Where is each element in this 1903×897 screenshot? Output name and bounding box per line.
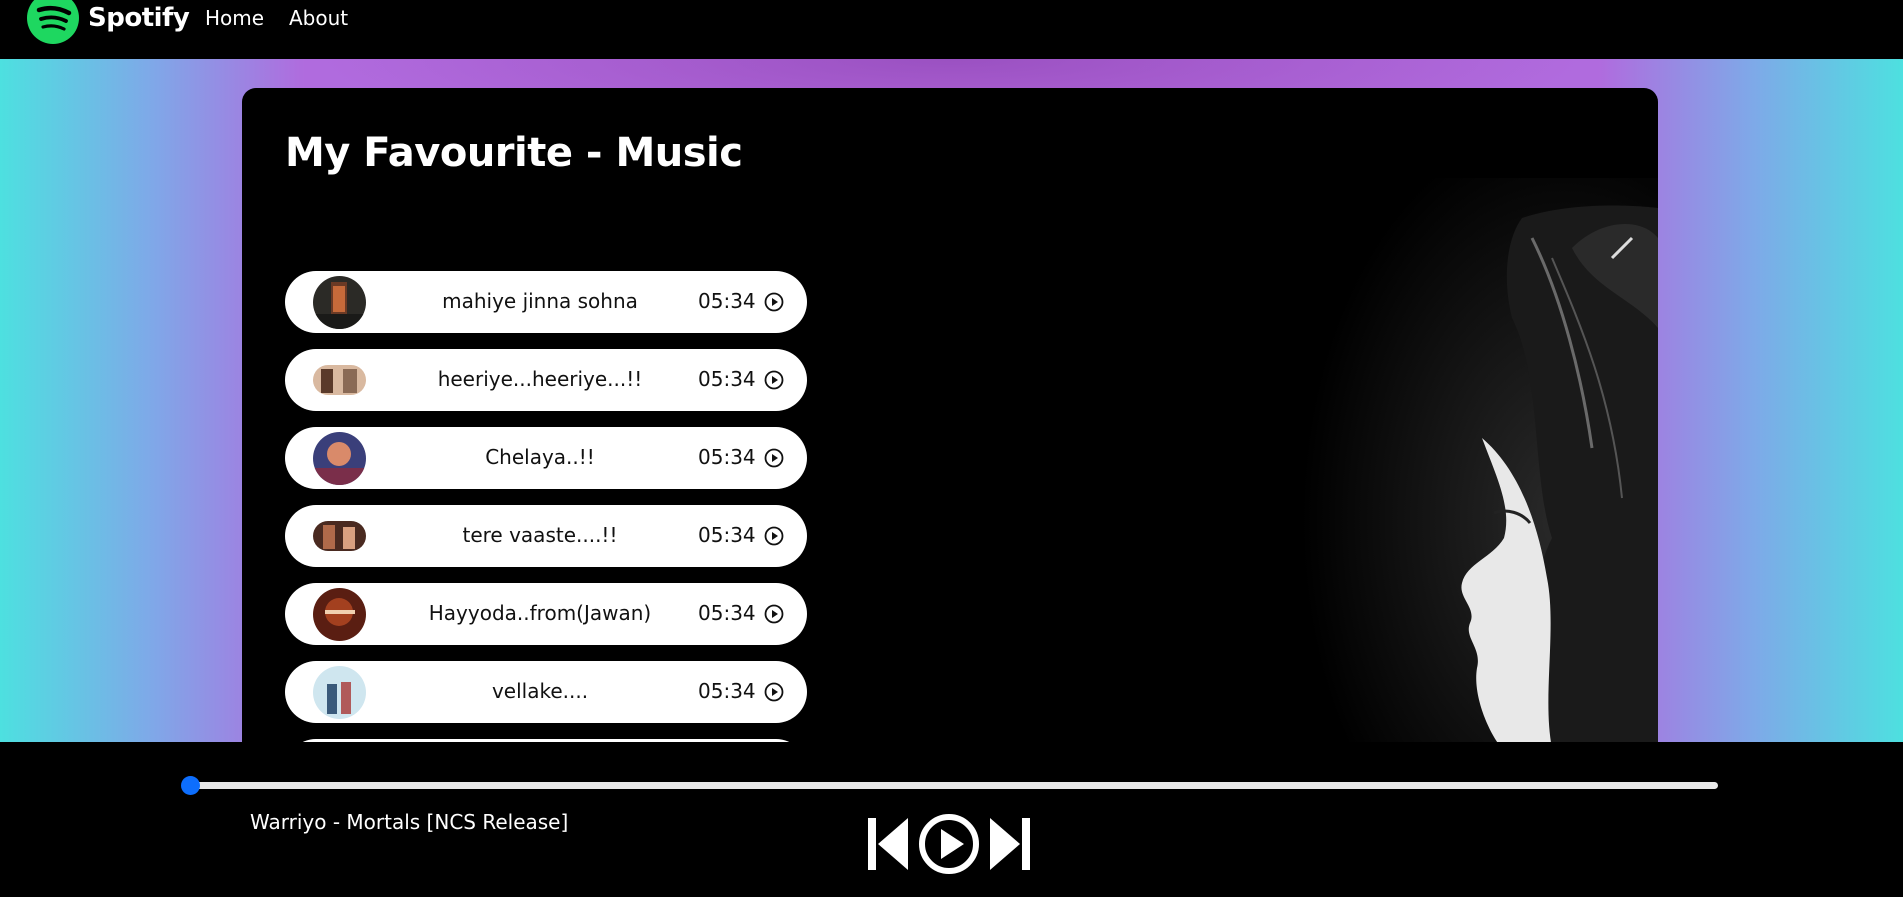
page-title: My Favourite - Music xyxy=(285,130,743,176)
song-name: tere vaaste....!! xyxy=(462,523,618,547)
spotify-logo-icon xyxy=(27,0,79,44)
background-photo xyxy=(1282,178,1658,748)
nav-link-home[interactable]: Home xyxy=(205,6,264,30)
song-item[interactable]: Hayyoda..from(Jawan) 05:34 xyxy=(285,583,807,645)
play-circle-icon[interactable] xyxy=(764,370,784,390)
brand[interactable]: Spotify xyxy=(27,0,190,44)
song-name: mahiye jinna sohna xyxy=(442,289,638,313)
song-duration: 05:34 xyxy=(698,367,756,391)
song-duration: 05:34 xyxy=(698,679,756,703)
song-item[interactable]: heeriye...heeriye...!! 05:34 xyxy=(285,349,807,411)
song-item[interactable]: Chelaya..!! 05:34 xyxy=(285,427,807,489)
song-item[interactable]: tere vaaste....!! 05:34 xyxy=(285,505,807,567)
brand-name: Spotify xyxy=(88,3,190,33)
skip-back-icon[interactable] xyxy=(868,816,910,872)
main-card: My Favourite - Music mahiye jinna sohna … xyxy=(242,88,1658,748)
progress-slider-thumb[interactable] xyxy=(181,776,200,795)
song-name: vellake.... xyxy=(491,679,589,703)
navbar: Spotify Home About xyxy=(0,0,1903,59)
progress-bar[interactable] xyxy=(188,782,1718,789)
song-duration: 05:34 xyxy=(698,289,756,313)
play-button-icon[interactable] xyxy=(918,813,980,875)
playback-controls xyxy=(868,813,1030,875)
song-duration: 05:34 xyxy=(698,601,756,625)
nav-link-about[interactable]: About xyxy=(289,6,348,30)
song-item[interactable]: vellake.... 05:34 xyxy=(285,661,807,723)
song-cover-image xyxy=(313,276,366,329)
song-cover-image xyxy=(313,432,366,485)
play-circle-icon[interactable] xyxy=(764,526,784,546)
song-name: heeriye...heeriye...!! xyxy=(437,367,643,391)
play-circle-icon[interactable] xyxy=(764,604,784,624)
song-cover-image xyxy=(313,365,366,395)
song-name: Chelaya..!! xyxy=(485,445,595,469)
song-cover-image xyxy=(313,521,366,551)
play-circle-icon[interactable] xyxy=(764,682,784,702)
player-bar: Warriyo - Mortals [NCS Release] xyxy=(0,742,1903,897)
play-circle-icon[interactable] xyxy=(764,292,784,312)
song-list: mahiye jinna sohna 05:34 heeriye...heeri… xyxy=(285,271,807,748)
play-circle-icon[interactable] xyxy=(764,448,784,468)
song-cover-image xyxy=(313,666,366,719)
song-duration: 05:34 xyxy=(698,445,756,469)
skip-forward-icon[interactable] xyxy=(988,816,1030,872)
song-cover-image xyxy=(313,588,366,641)
now-playing-title: Warriyo - Mortals [NCS Release] xyxy=(250,810,569,834)
song-duration: 05:34 xyxy=(698,523,756,547)
song-item[interactable]: mahiye jinna sohna 05:34 xyxy=(285,271,807,333)
song-name: Hayyoda..from(Jawan) xyxy=(428,601,652,625)
